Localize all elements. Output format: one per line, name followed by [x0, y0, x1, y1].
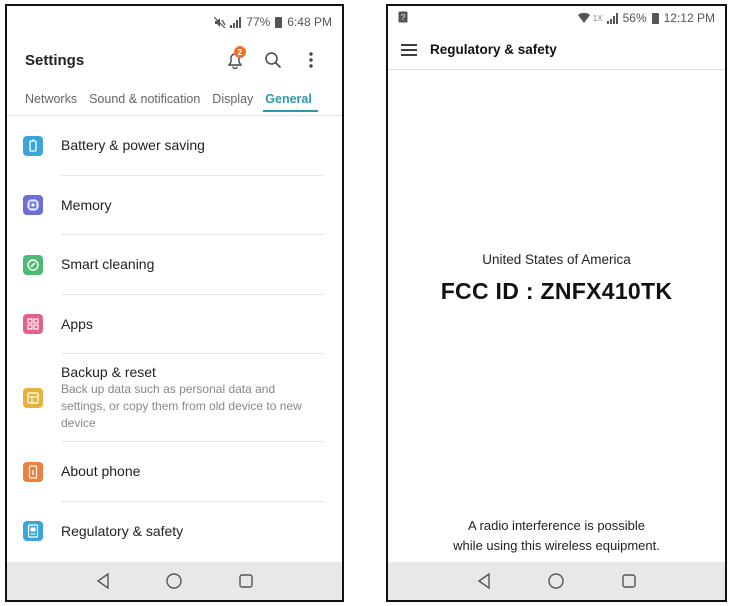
backup-icon — [23, 388, 43, 408]
recents-square-icon — [239, 574, 253, 588]
clock: 12:12 PM — [663, 11, 715, 25]
clock: 6:48 PM — [287, 15, 332, 29]
list-item-label: Battery & power saving — [61, 137, 205, 154]
app-bar: Settings 2 — [7, 38, 342, 82]
back-button[interactable] — [474, 571, 494, 591]
settings-list: Battery & power saving Memory Smart clea… — [7, 116, 342, 561]
memory-chip-icon — [23, 195, 43, 216]
regulatory-screen: ? 1X 56% 12:12 PM Regulatory & safety Un… — [386, 4, 727, 602]
notification-button[interactable]: 2 — [216, 45, 254, 75]
home-button[interactable] — [546, 571, 566, 591]
notice-line: A radio interference is possible — [467, 518, 646, 533]
network-type: 1X — [592, 13, 603, 23]
home-circle-icon — [166, 573, 183, 589]
list-item-label: Regulatory & safety — [61, 523, 184, 540]
notification-app-icon: ? — [398, 11, 408, 26]
battery-icon — [23, 135, 43, 156]
tab-display[interactable]: Display — [206, 82, 259, 116]
list-item-label: Memory — [61, 196, 112, 213]
recents-button[interactable] — [619, 571, 639, 591]
status-bar: ? 1X 56% 12:12 PM — [388, 6, 725, 30]
notice-line: while using this wireless equipment. — [453, 538, 660, 553]
smart-cleaning-icon — [23, 254, 43, 275]
about-phone-icon — [23, 461, 43, 482]
country-label: United States of America — [482, 252, 631, 267]
more-options-button[interactable] — [292, 45, 330, 75]
app-bar: Regulatory & safety — [388, 30, 725, 70]
signal-icon — [230, 16, 242, 28]
search-button[interactable] — [254, 45, 292, 75]
tab-sound-notification[interactable]: Sound & notification — [83, 82, 206, 116]
list-item-memory[interactable]: Memory — [7, 176, 342, 235]
list-item-label: Smart cleaning — [61, 256, 155, 273]
status-bar: 77% 6:48 PM — [7, 6, 342, 38]
back-triangle-icon — [477, 572, 490, 590]
menu-icon[interactable] — [400, 43, 418, 57]
svg-text:?: ? — [401, 13, 406, 22]
list-item-regulatory-safety[interactable]: Regulatory & safety — [7, 502, 342, 562]
list-item-label: Apps — [61, 315, 93, 332]
list-item-about-phone[interactable]: About phone — [7, 442, 342, 502]
recents-button[interactable] — [236, 571, 256, 591]
wifi-icon — [577, 13, 590, 23]
navigation-bar — [388, 562, 725, 600]
more-vert-icon — [309, 52, 313, 68]
battery-status-icon — [275, 16, 283, 28]
navigation-bar — [7, 562, 342, 600]
back-triangle-icon — [96, 572, 109, 590]
list-item-battery[interactable]: Battery & power saving — [7, 116, 342, 176]
settings-tabs: Networks Sound & notification Display Ge… — [7, 82, 342, 116]
page-title: Settings — [25, 51, 85, 69]
battery-percent: 77% — [246, 15, 271, 29]
notification-badge: 2 — [234, 46, 246, 58]
apps-icon — [23, 314, 43, 335]
list-item-description: Back up data such as personal data and s… — [61, 381, 302, 430]
mute-icon — [214, 16, 226, 28]
tab-networks[interactable]: Networks — [19, 82, 83, 116]
list-item-smart-cleaning[interactable]: Smart cleaning — [7, 235, 342, 295]
search-icon — [265, 52, 282, 69]
tab-general[interactable]: General — [259, 82, 318, 116]
home-circle-icon — [548, 573, 565, 589]
list-item-label: About phone — [61, 463, 141, 480]
regulatory-icon — [23, 521, 43, 542]
battery-status-icon — [651, 12, 659, 24]
list-item-label: Backup & reset — [61, 363, 156, 380]
fcc-id: FCC ID : ZNFX410TK — [440, 278, 673, 304]
interference-notice: A radio interference is possible while u… — [388, 516, 725, 556]
signal-icon — [606, 12, 618, 24]
page-title: Regulatory & safety — [430, 42, 557, 57]
back-button[interactable] — [93, 571, 113, 591]
list-item-apps[interactable]: Apps — [7, 295, 342, 354]
recents-square-icon — [622, 574, 636, 588]
home-button[interactable] — [164, 571, 184, 591]
list-item-backup-reset[interactable]: Backup & reset Back up data such as pers… — [7, 354, 342, 442]
battery-percent: 56% — [622, 11, 647, 25]
settings-screen: 77% 6:48 PM Settings 2 Networks Sound & … — [5, 4, 344, 602]
